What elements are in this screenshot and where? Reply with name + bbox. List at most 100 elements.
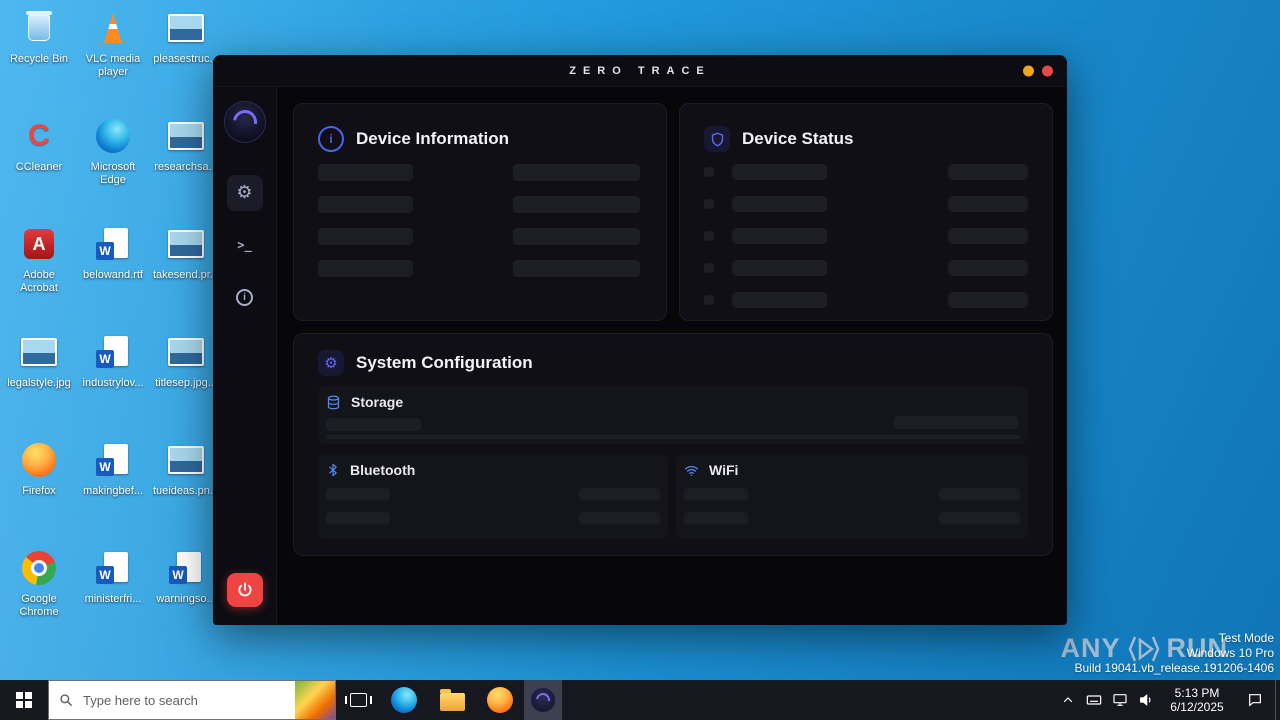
desktop-icon-label: researchsa... [154,161,218,173]
desktop-icon-label: pleasestruc... [153,53,219,65]
terminal-nav-button[interactable] [227,227,263,263]
desktop-icon-label: Google Chrome [19,593,59,618]
desktop-icon-acrobat[interactable]: Adobe Acrobat [3,222,75,295]
storage-panel: Storage [318,386,1028,444]
desktop-icon-label: makingbef... [83,485,143,497]
desktop-icon-edge[interactable]: Microsoft Edge [77,114,149,187]
image-file-icon [162,438,210,482]
wifi-panel: WiFi [676,454,1028,539]
search-input[interactable] [81,691,287,709]
touch-keyboard-button[interactable] [1081,680,1107,720]
notification-icon [1249,694,1261,707]
wifi-title: WiFi [709,462,739,478]
taskbar-file-explorer-button[interactable] [428,680,476,720]
skeleton-bar [579,512,660,524]
skeleton-bar [894,416,1018,429]
skeleton-bar [948,196,1028,212]
window-titlebar[interactable]: ZERO TRACE [213,55,1067,87]
image-file-icon [162,222,210,266]
clock-date: 6/12/2025 [1170,700,1224,714]
close-button[interactable] [1042,65,1053,76]
desktop-icon-pleasestruc[interactable]: pleasestruc... [150,6,222,66]
info-icon [236,288,253,306]
skeleton-bar [939,512,1020,524]
taskbar-zerotrace-button[interactable] [524,680,562,720]
desktop-icon-ministerfri[interactable]: ministerfri... [77,546,149,606]
taskbar-search[interactable] [48,680,336,720]
gear-icon [236,184,252,202]
skeleton-bar [948,164,1028,180]
desktop-icon-label: VLC media player [85,53,141,78]
desktop-icon-legalstyle[interactable]: legalstyle.jpg [3,330,75,390]
desktop-icon-recycle-bin[interactable]: Recycle Bin [3,6,75,66]
skeleton-bar [513,260,640,277]
volume-button[interactable] [1133,680,1159,720]
sidebar-nav [226,175,263,315]
desktop-icon-label: warningso... [156,593,216,605]
skeleton-bar [326,418,421,431]
skeleton-bar [318,260,413,277]
recycle-bin-icon [15,6,63,50]
image-file-icon [162,330,210,374]
desktop-icon-titlesep[interactable]: titlesep.jpg... [150,330,222,390]
settings-nav-button[interactable] [226,175,263,211]
power-button[interactable] [226,573,263,607]
taskbar-edge-button[interactable] [380,680,428,720]
taskbar-firefox-button[interactable] [476,680,524,720]
app-sidebar [213,87,277,625]
desktop-icon-ccleaner[interactable]: CCleaner [3,114,75,174]
zerotrace-app-icon [530,687,556,713]
desktop-icon-label: Firefox [22,485,56,497]
desktop-icon-label: CCleaner [15,161,63,173]
start-button[interactable] [0,680,48,720]
device-information-skeleton [318,164,642,277]
desktop-icon-tueideas[interactable]: tueideas.pn... [150,438,222,498]
desktop-icon-researchsa[interactable]: researchsa... [150,114,222,174]
search-highlight-thumbnail[interactable] [295,681,335,719]
bluetooth-skeleton [326,488,660,524]
action-center-button[interactable] [1235,680,1275,720]
desktop-icon-firefox[interactable]: Firefox [3,438,75,498]
wifi-icon [684,465,699,476]
info-nav-button[interactable] [227,279,263,315]
desktop-icon-industrylov[interactable]: industrylov... [77,330,149,390]
skeleton-bar [513,196,640,213]
taskbar-clock[interactable]: 5:13 PM 6/12/2025 [1159,680,1235,720]
hidden-icons-button[interactable] [1055,680,1081,720]
app-content: Device Information [277,87,1067,625]
desktop-icon-belowand[interactable]: belowand.rtf [77,222,149,282]
image-file-icon [15,330,63,374]
skeleton-dot [704,199,714,209]
terminal-icon [237,238,251,252]
skeleton-bar [326,512,390,524]
skeleton-bar [318,164,413,181]
skeleton-bar [732,292,827,308]
task-view-button[interactable] [336,680,380,720]
device-status-title: Device Status [742,129,854,148]
desktop-icon-warningso[interactable]: warningso... [150,546,222,606]
device-information-title: Device Information [356,129,510,148]
volume-icon [1140,694,1151,706]
desktop-icon-vlc[interactable]: VLC media player [77,6,149,79]
desktop-icon-takesend[interactable]: takesend.pr... [150,222,222,282]
skeleton-bar [513,228,640,245]
network-button[interactable] [1107,680,1133,720]
skeleton-bar [579,488,660,500]
skeleton-bar [948,228,1028,244]
desktop-icon-label: takesend.pr... [152,269,220,281]
minimize-button[interactable] [1023,65,1034,76]
desktop-icon-label: industrylov... [82,377,144,389]
skeleton-dot [704,231,714,241]
system-configuration-card: System Configuration Storage [293,333,1053,556]
desktop-icon-makingbef[interactable]: makingbef... [77,438,149,498]
desktop-icon-label: legalstyle.jpg [7,377,71,389]
image-file-icon [162,6,210,50]
app-logo [223,101,266,143]
show-desktop-button[interactable] [1275,680,1280,720]
desktop-icon-chrome[interactable]: Google Chrome [3,546,75,619]
windows-logo-icon [16,692,32,708]
chevron-up-icon [1063,697,1073,703]
word-file-icon [89,546,137,590]
skeleton-bar [732,164,827,180]
skeleton-dot [704,167,714,177]
